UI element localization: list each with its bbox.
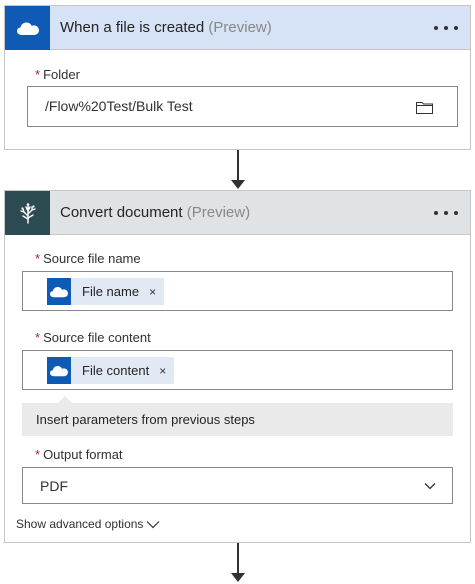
trigger-icon-box (5, 5, 50, 50)
required-mark: * (35, 447, 41, 462)
file-name-token[interactable]: File name × (47, 278, 165, 305)
source-file-content-label-text: Source file content (43, 330, 151, 345)
trigger-card: When a file is created (Preview) * Folder… (4, 5, 471, 150)
trigger-header[interactable]: When a file is created (Preview) (5, 5, 470, 50)
required-mark: * (35, 251, 41, 266)
action-preview-tag: (Preview) (186, 204, 251, 221)
folder-input[interactable]: /Flow%20Test/Bulk Test (27, 86, 458, 127)
more-options-icon[interactable] (434, 18, 458, 38)
source-file-name-input[interactable]: File name × (22, 271, 453, 311)
chevron-down-icon (147, 520, 160, 528)
flow-connector (237, 543, 239, 573)
trigger-title: When a file is created (Preview) (60, 19, 272, 36)
trigger-title-text: When a file is created (60, 19, 205, 36)
source-file-content-label: * Source file content (35, 330, 151, 345)
trigger-preview-tag: (Preview) (208, 19, 272, 36)
source-file-content-input[interactable]: File content × (22, 350, 453, 390)
output-format-label-text: Output format (43, 447, 123, 462)
action-title: Convert document (Preview) (60, 204, 250, 221)
action-title-text: Convert document (60, 204, 183, 221)
source-file-name-label: * Source file name (35, 251, 141, 266)
onedrive-cloud-icon (50, 366, 68, 377)
folder-label-text: Folder (43, 67, 80, 82)
action-header[interactable]: Convert document (Preview) (5, 190, 470, 235)
remove-token-icon[interactable]: × (149, 285, 156, 299)
onedrive-cloud-icon (50, 287, 68, 298)
source-file-name-label-text: Source file name (43, 251, 141, 266)
flow-arrow-icon (231, 573, 245, 582)
token-label: File name (82, 284, 140, 299)
file-content-token[interactable]: File content × (47, 357, 175, 384)
onedrive-cloud-icon (16, 22, 39, 35)
chevron-down-icon[interactable] (424, 482, 436, 490)
callout-pointer (58, 396, 72, 403)
action-icon-box (5, 190, 50, 235)
remove-token-icon[interactable]: × (159, 364, 166, 378)
insert-parameters-callout[interactable]: Insert parameters from previous steps (22, 396, 453, 436)
flow-arrow-icon (231, 180, 245, 189)
show-advanced-options-text: Show advanced options (16, 517, 144, 531)
token-icon-box (47, 278, 71, 305)
output-format-select[interactable]: PDF (22, 467, 453, 504)
output-format-label: * Output format (35, 447, 123, 462)
token-label: File content (82, 363, 150, 378)
more-options-icon[interactable] (434, 203, 458, 223)
insert-parameters-text: Insert parameters from previous steps (36, 412, 255, 427)
required-mark: * (35, 330, 41, 345)
folder-value: /Flow%20Test/Bulk Test (45, 98, 193, 114)
show-advanced-options[interactable]: Show advanced options (16, 517, 160, 531)
token-icon-box (47, 357, 71, 384)
folder-icon[interactable] (416, 101, 433, 114)
flow-connector (237, 150, 239, 180)
output-format-value: PDF (40, 478, 68, 494)
required-mark: * (35, 67, 41, 82)
tree-icon (19, 202, 36, 224)
folder-label: * Folder (35, 67, 80, 82)
